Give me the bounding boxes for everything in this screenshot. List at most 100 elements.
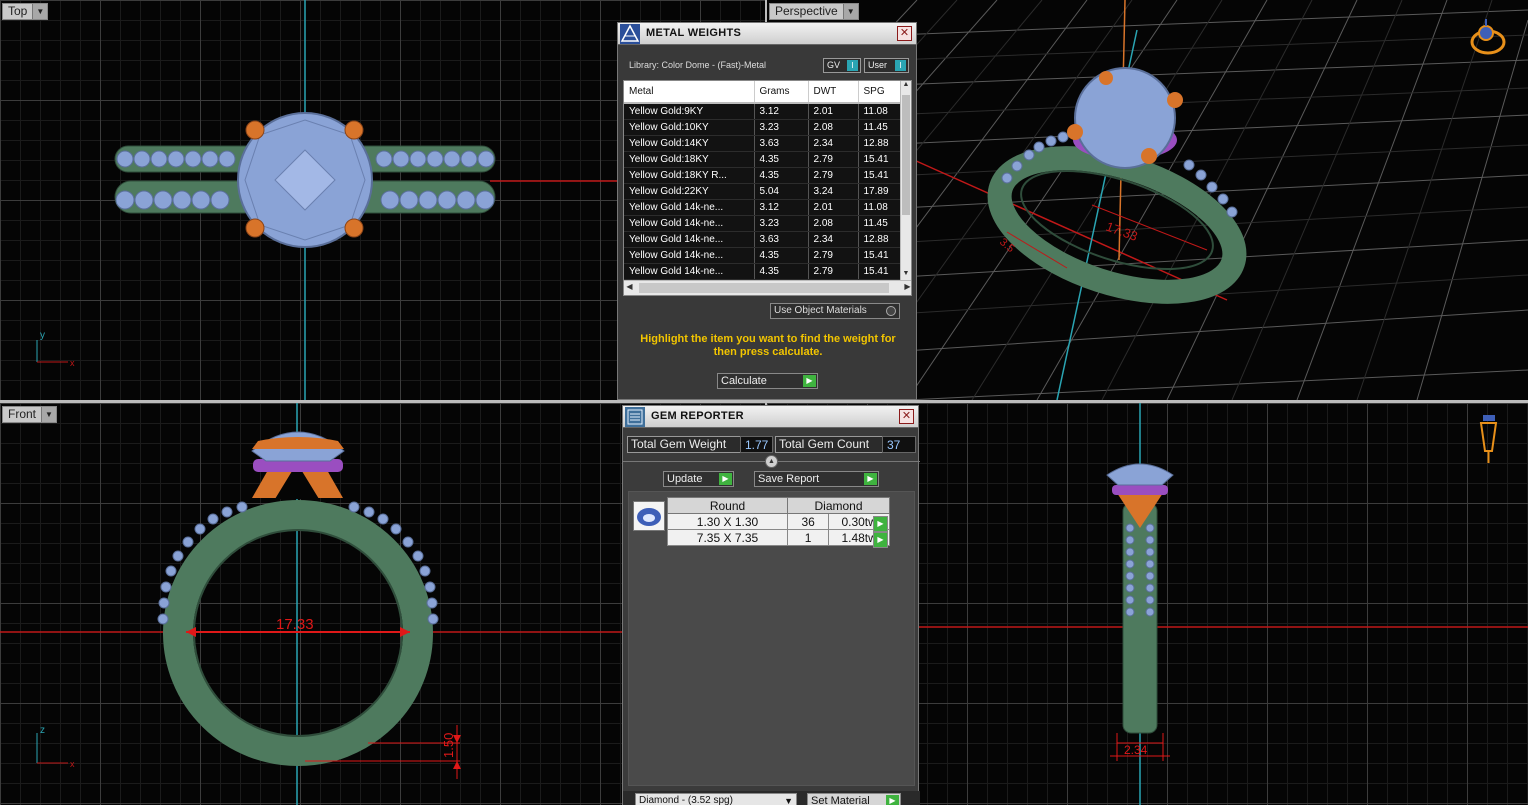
grams-cell: 3.63 xyxy=(754,135,809,152)
set-material-label: Set Material xyxy=(811,795,870,805)
metal-cell: Yellow Gold:9KY xyxy=(624,103,755,120)
spg-cell: 12.88 xyxy=(858,231,905,248)
dwt-cell: 2.08 xyxy=(808,215,859,232)
horizontal-scrollbar[interactable]: ◀ ▶ xyxy=(624,280,911,295)
dwt-cell: 2.01 xyxy=(808,103,859,120)
metal-weights-app-icon xyxy=(620,24,640,44)
table-row[interactable]: Yellow Gold:10KY 3.23 2.08 11.45 xyxy=(624,119,905,136)
material-source-select[interactable]: Use Object Materials xyxy=(770,303,900,319)
metal-cell: Yellow Gold 14k-ne... xyxy=(624,247,755,264)
table-row[interactable]: Yellow Gold:18KY R... 4.35 2.79 15.41 xyxy=(624,167,905,184)
scroll-up-icon[interactable]: ▲ xyxy=(901,81,911,92)
panel-title: GEM REPORTER xyxy=(651,410,744,422)
play-arrow-icon: ▶ xyxy=(719,473,732,485)
gem-reporter-footer: Diamond - (3.52 spg) ▼ Set Material ▶ xyxy=(623,791,920,805)
dwt-cell: 2.01 xyxy=(808,199,859,216)
close-icon[interactable]: ✕ xyxy=(899,409,914,424)
table-row[interactable]: Yellow Gold:14KY 3.63 2.34 12.88 xyxy=(624,135,905,152)
metal-cell: Yellow Gold 14k-ne... xyxy=(624,199,755,216)
chevron-down-icon[interactable]: ▼ xyxy=(41,407,57,422)
gem-size-cell: 1.30 X 1.30 xyxy=(667,513,788,530)
calculate-button[interactable]: Calculate ▶ xyxy=(717,373,818,389)
table-row[interactable]: Yellow Gold 14k-ne... 4.35 2.79 15.41 xyxy=(624,247,905,264)
table-row[interactable]: 7.35 X 7.35 1 1.48tw xyxy=(667,529,890,546)
spg-cell: 15.41 xyxy=(858,151,905,168)
calculate-label: Calculate xyxy=(721,375,767,387)
select-gem-row-button[interactable]: ▶ xyxy=(873,532,888,548)
scroll-left-icon[interactable]: ◀ xyxy=(624,282,635,291)
table-row[interactable]: Yellow Gold:18KY 4.35 2.79 15.41 xyxy=(624,151,905,168)
viewport-label-perspective[interactable]: Perspective ▼ xyxy=(769,3,859,20)
spg-cell: 11.45 xyxy=(858,215,905,232)
scroll-thumb[interactable] xyxy=(902,95,910,215)
column-header[interactable]: SPG xyxy=(858,81,905,104)
spg-cell: 11.08 xyxy=(858,103,905,120)
table-row[interactable]: 1.30 X 1.30 36 0.30tw xyxy=(667,513,890,530)
table-row[interactable]: Yellow Gold:9KY 3.12 2.01 11.08 xyxy=(624,103,905,120)
user-toggle-label: User xyxy=(868,60,888,70)
user-toggle[interactable]: User I xyxy=(864,58,909,73)
axis-x-label: x xyxy=(70,358,75,368)
scroll-thumb[interactable] xyxy=(639,283,889,293)
close-icon[interactable]: ✕ xyxy=(897,26,912,41)
table-row[interactable]: Yellow Gold 14k-ne... 3.23 2.08 11.45 xyxy=(624,215,905,232)
spg-cell: 12.88 xyxy=(858,135,905,152)
toggle-switch-icon: I xyxy=(895,60,906,71)
gem-reporter-titlebar[interactable]: GEM REPORTER ✕ xyxy=(623,406,918,428)
right-width-label: 2.34 xyxy=(1124,743,1148,757)
metal-weights-titlebar[interactable]: METAL WEIGHTS ✕ xyxy=(618,23,916,45)
play-arrow-icon: ▶ xyxy=(803,375,816,387)
column-header[interactable]: Metal xyxy=(624,81,755,104)
gem-table: Round Diamond 1.30 X 1.30 36 0.30tw 7.35… xyxy=(667,497,929,546)
chevron-down-icon[interactable]: ▼ xyxy=(842,4,858,19)
table-row[interactable]: Yellow Gold 14k-ne... 3.63 2.34 12.88 xyxy=(624,231,905,248)
chevron-down-icon: ▼ xyxy=(784,796,793,805)
grams-cell: 3.12 xyxy=(754,199,809,216)
viewport-label-front[interactable]: Front ▼ xyxy=(2,406,58,423)
viewport-label-top[interactable]: Top ▼ xyxy=(2,3,49,20)
grams-cell: 3.12 xyxy=(754,103,809,120)
table-row[interactable]: Yellow Gold 14k-ne... 3.12 2.01 11.08 xyxy=(624,199,905,216)
grams-cell: 5.04 xyxy=(754,183,809,200)
column-header[interactable]: DWT xyxy=(808,81,859,104)
play-arrow-icon: ▶ xyxy=(874,533,887,547)
save-report-button[interactable]: Save Report ▶ xyxy=(754,471,879,487)
view-cube-icon[interactable] xyxy=(1468,16,1508,58)
grams-cell: 4.35 xyxy=(754,247,809,264)
save-report-label: Save Report xyxy=(758,473,820,485)
select-gem-row-button[interactable]: ▶ xyxy=(873,516,888,532)
gv-toggle[interactable]: GV I xyxy=(823,58,861,73)
gem-material-select[interactable]: Diamond - (3.52 spg) ▼ xyxy=(635,793,797,805)
metal-table[interactable]: Metal Grams DWT SPG Yellow Gold:9KY 3.12 2… xyxy=(623,80,912,296)
library-label: Library: Color Dome - (Fast)-Metal xyxy=(629,60,767,70)
table-row[interactable]: Yellow Gold 14k-ne... 4.35 2.79 15.41 xyxy=(624,263,905,280)
instruction-text: Highlight the item you want to find the … xyxy=(640,333,896,358)
grams-cell: 4.35 xyxy=(754,151,809,168)
chevron-down-icon[interactable]: ▼ xyxy=(32,4,48,19)
spg-cell: 15.41 xyxy=(858,263,905,280)
set-material-button[interactable]: Set Material ▶ xyxy=(807,793,901,805)
view-cube-icon[interactable] xyxy=(1475,413,1501,469)
column-header: Round xyxy=(667,497,788,514)
dwt-cell: 2.79 xyxy=(808,151,859,168)
spg-cell: 15.41 xyxy=(858,247,905,264)
viewport-divider[interactable] xyxy=(0,400,1528,403)
dwt-cell: 2.08 xyxy=(808,119,859,136)
column-header[interactable]: Grams xyxy=(754,81,809,104)
gem-size-cell: 7.35 X 7.35 xyxy=(667,529,788,546)
panel-title: METAL WEIGHTS xyxy=(646,27,742,39)
dwt-cell: 2.34 xyxy=(808,135,859,152)
collapse-toggle-icon[interactable]: ▲ xyxy=(765,455,778,468)
grams-cell: 4.35 xyxy=(754,167,809,184)
update-label: Update xyxy=(667,473,703,485)
vertical-scrollbar[interactable]: ▲ ▼ xyxy=(900,81,911,281)
spg-cell: 11.08 xyxy=(858,199,905,216)
update-button[interactable]: Update ▶ xyxy=(663,471,734,487)
column-header: Diamond xyxy=(787,497,890,514)
material-source-value: Use Object Materials xyxy=(774,305,867,316)
play-arrow-icon: ▶ xyxy=(886,795,899,805)
scroll-right-icon[interactable]: ▶ xyxy=(902,282,911,291)
total-gem-weight: Total Gem Weight 1.77 xyxy=(627,436,774,453)
metal-cell: Yellow Gold 14k-ne... xyxy=(624,215,755,232)
table-row[interactable]: Yellow Gold:22KY 5.04 3.24 17.89 xyxy=(624,183,905,200)
